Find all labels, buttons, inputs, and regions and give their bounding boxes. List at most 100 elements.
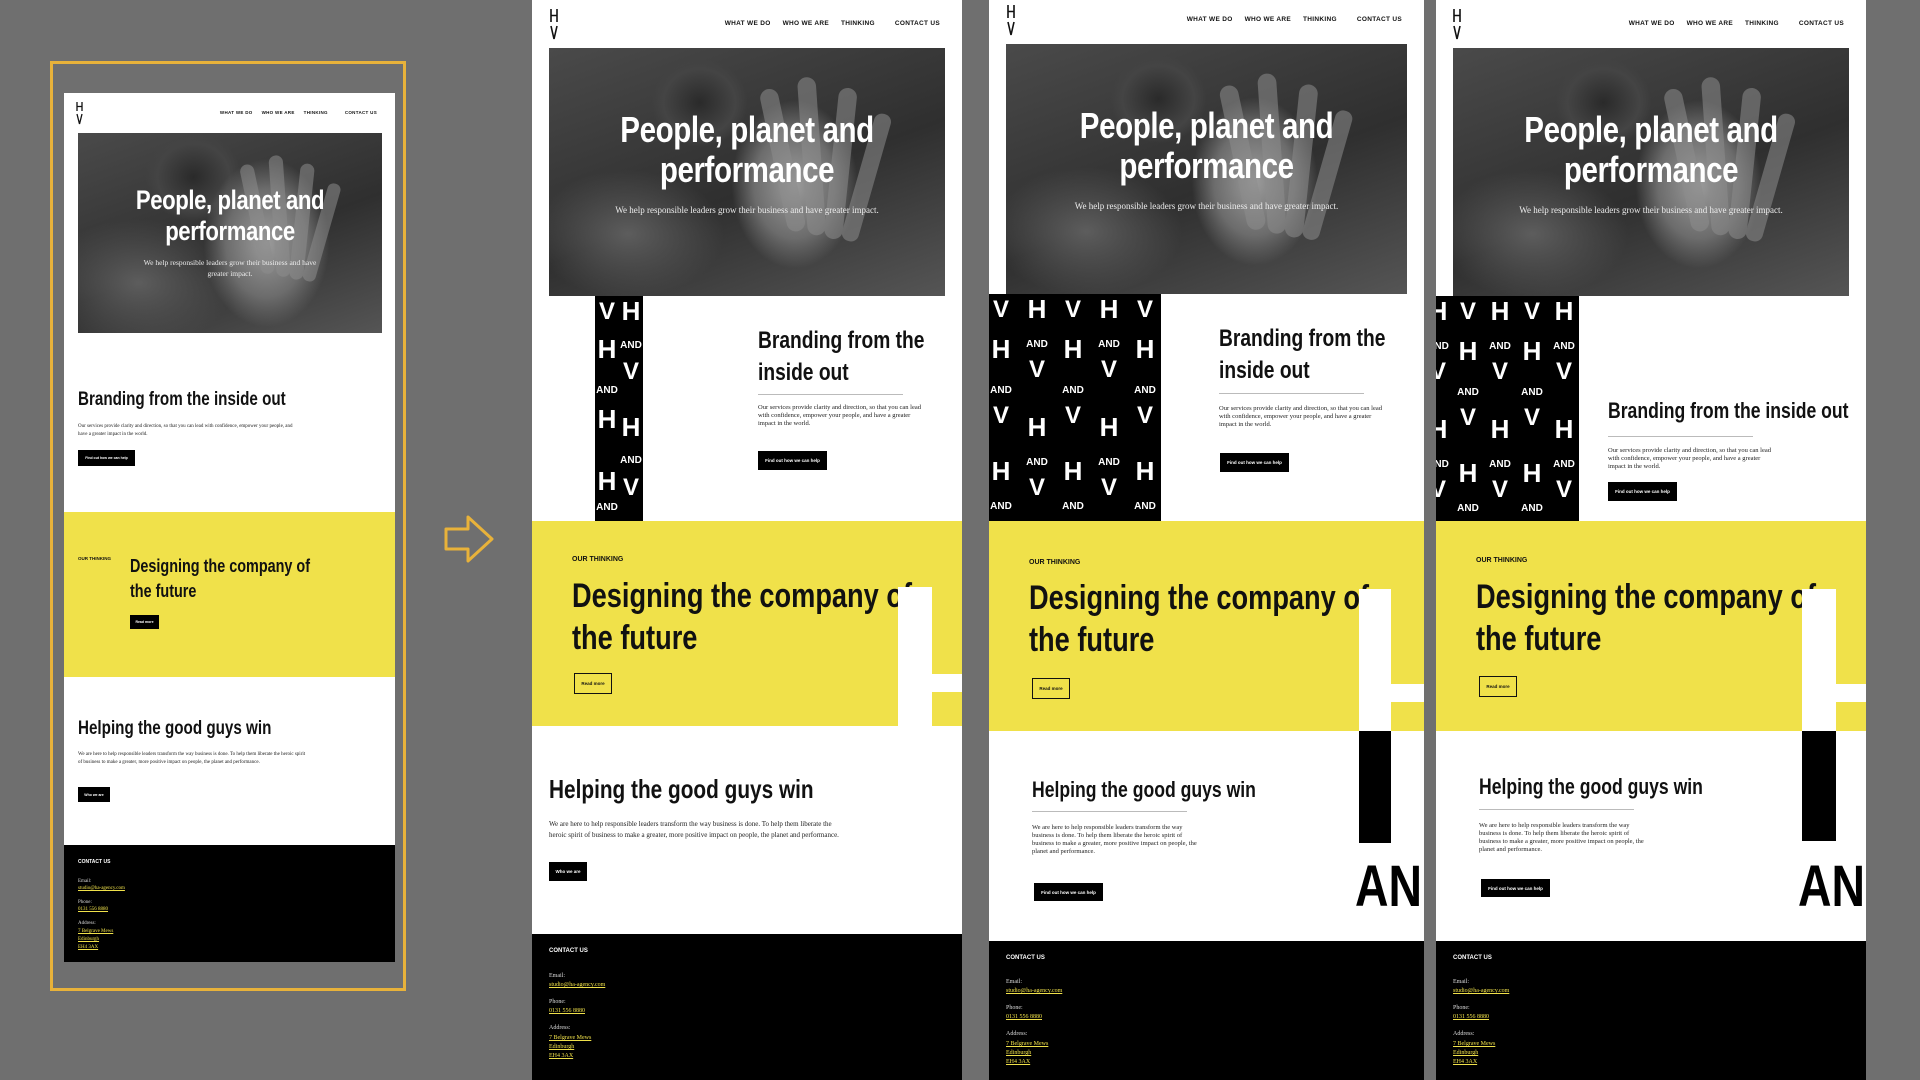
nav-what-we-do[interactable]: WHAT WE DO (220, 110, 253, 115)
branding-cta-button[interactable]: Find out how we can help (1220, 453, 1289, 472)
footer-address-line[interactable]: Edinburgh (78, 937, 99, 942)
footer-address-line[interactable]: Edinburgh (1006, 1050, 1031, 1056)
hero-subtitle: We help responsible leaders grow their b… (615, 205, 879, 215)
footer-email-link[interactable]: studio@ha-agency.com (549, 982, 605, 988)
nav-what-we-do[interactable]: WHAT WE DO (1629, 20, 1675, 27)
ha-pattern-bar (1802, 731, 1836, 841)
footer-heading: CONTACT US (1453, 955, 1492, 961)
ha-logo-icon[interactable] (76, 101, 86, 125)
nav-thinking[interactable]: THINKING (1303, 16, 1337, 23)
nav-thinking[interactable]: THINKING (841, 20, 875, 27)
branding-title: Branding from the inside out (758, 327, 925, 386)
footer-address-line[interactable]: 7 Belgrave Mews (78, 929, 113, 934)
thinking-section: OUR THINKING Designing the company of the… (1436, 521, 1866, 731)
goodguys-cta-button[interactable]: Who we are (549, 862, 587, 881)
hero-subtitle: We help responsible leaders grow their b… (1519, 205, 1783, 215)
footer-address-line[interactable]: Edinburgh (549, 1044, 574, 1050)
footer-address-line[interactable]: 7 Belgrave Mews (1006, 1041, 1048, 1047)
ha-pattern-corner (1359, 589, 1391, 731)
thinking-read-more-button[interactable]: Read more (574, 673, 612, 694)
page-variant-c[interactable]: WHAT WE DO WHO WE ARE THINKING CONTACT U… (1436, 0, 1866, 1080)
hero-title: People, planet and performance (620, 109, 874, 190)
footer-heading: CONTACT US (549, 948, 588, 954)
branding-cta-button[interactable]: Find out how we can help (1608, 482, 1677, 501)
footer-address-line[interactable]: 7 Belgrave Mews (1453, 1041, 1495, 1047)
footer-email-label: Email: (1006, 979, 1022, 985)
nav-contact-us[interactable]: CONTACT US (345, 110, 377, 115)
ha-pattern-corner (1391, 684, 1424, 702)
ha-pattern-and-glyph: AN (1355, 854, 1423, 919)
nav-thinking[interactable]: THINKING (1745, 20, 1779, 27)
ha-logo-icon[interactable] (1007, 4, 1017, 36)
footer-address-line[interactable]: EH4 3AX (549, 1053, 573, 1059)
nav-what-we-do[interactable]: WHAT WE DO (725, 20, 771, 27)
footer-address-line[interactable]: 7 Belgrave Mews (549, 1035, 591, 1041)
footer-phone-label: Phone: (78, 900, 92, 905)
nav-what-we-do[interactable]: WHAT WE DO (1187, 16, 1233, 23)
goodguys-body: We are here to help responsible leaders … (1032, 824, 1197, 855)
ha-pattern-corner (1802, 589, 1836, 731)
footer-phone-link[interactable]: 0131 556 8880 (549, 1008, 585, 1014)
goodguys-cta-button[interactable]: Find out how we can help (1481, 879, 1550, 897)
thinking-eyebrow: OUR THINKING (572, 556, 624, 563)
nav-who-we-are[interactable]: WHO WE ARE (262, 110, 295, 115)
top-nav: WHAT WE DO WHO WE ARE THINKING CONTACT U… (1187, 16, 1402, 23)
footer-address-label: Address: (1453, 1031, 1475, 1037)
footer-address-line[interactable]: EH4 3AX (1006, 1059, 1030, 1065)
page-variant-b[interactable]: WHAT WE DO WHO WE ARE THINKING CONTACT U… (989, 0, 1424, 1080)
footer-email-link[interactable]: studio@ha-agency.com (78, 886, 125, 891)
footer-address-line[interactable]: EH4 3AX (1453, 1059, 1477, 1065)
footer-address-label: Address: (1006, 1031, 1028, 1037)
footer-email-link[interactable]: studio@ha-agency.com (1453, 988, 1509, 994)
goodguys-title: Helping the good guys win (1479, 774, 1703, 799)
branding-body: Our services provide clarity and directi… (758, 404, 921, 427)
footer-phone-link[interactable]: 0131 556 8880 (78, 907, 108, 912)
hero-title: People, planet and performance (135, 185, 325, 246)
footer: CONTACT US Email: studio@ha-agency.com P… (64, 845, 395, 962)
ha-pattern-corner (898, 587, 932, 726)
goodguys-body: We are here to help responsible leaders … (549, 820, 839, 839)
thinking-section: OUR THINKING Designing the company of the… (989, 521, 1424, 731)
thinking-read-more-button[interactable]: Read more (1032, 678, 1070, 699)
footer-address-label: Address: (78, 921, 96, 926)
branding-divider (758, 394, 903, 395)
footer-heading: CONTACT US (1006, 955, 1045, 961)
branding-cta-button[interactable]: Find out how we can help (758, 451, 827, 470)
hero-image: People, planet and performance We help re… (549, 48, 945, 296)
branding-divider (1608, 436, 1753, 437)
ha-pattern-corner (932, 674, 962, 692)
nav-who-we-are[interactable]: WHO WE ARE (783, 20, 829, 27)
goodguys-cta-button[interactable]: Find out how we can help (1034, 883, 1103, 901)
thinking-read-more-button[interactable]: Read more (130, 615, 159, 629)
nav-contact-us[interactable]: CONTACT US (895, 20, 940, 27)
branding-title: Branding from the inside out (78, 389, 286, 410)
top-nav: WHAT WE DO WHO WE ARE THINKING CONTACT U… (220, 110, 377, 115)
page-preview-original[interactable]: WHAT WE DO WHO WE ARE THINKING CONTACT U… (64, 93, 395, 962)
goodguys-cta-button[interactable]: Who we are (78, 787, 110, 802)
footer-address-line[interactable]: EH4 3AX (78, 945, 98, 950)
hero-title: People, planet and performance (1524, 109, 1778, 190)
branding-cta-button[interactable]: Find out how we can help (78, 450, 135, 466)
thinking-eyebrow: OUR THINKING (1029, 559, 1081, 566)
ha-pattern-bar (1359, 731, 1391, 843)
ha-logo-icon[interactable] (1453, 8, 1463, 40)
ha-logo-icon[interactable] (550, 8, 560, 40)
nav-contact-us[interactable]: CONTACT US (1799, 20, 1844, 27)
branding-divider (1219, 393, 1364, 394)
footer-phone-link[interactable]: 0131 556 8880 (1006, 1014, 1042, 1020)
goodguys-title: Helping the good guys win (1032, 777, 1256, 802)
thinking-eyebrow: OUR THINKING (78, 556, 111, 561)
page-variant-a[interactable]: WHAT WE DO WHO WE ARE THINKING CONTACT U… (532, 0, 962, 1080)
top-nav: WHAT WE DO WHO WE ARE THINKING CONTACT U… (725, 20, 940, 27)
hero-subtitle: We help responsible leaders grow their b… (143, 258, 317, 278)
nav-who-we-are[interactable]: WHO WE ARE (1687, 20, 1733, 27)
footer-address-line[interactable]: Edinburgh (1453, 1050, 1478, 1056)
nav-who-we-are[interactable]: WHO WE ARE (1245, 16, 1291, 23)
footer-phone-link[interactable]: 0131 556 8880 (1453, 1014, 1489, 1020)
footer-heading: CONTACT US (78, 859, 111, 865)
nav-contact-us[interactable]: CONTACT US (1357, 16, 1402, 23)
footer-email-link[interactable]: studio@ha-agency.com (1006, 988, 1062, 994)
footer-email-label: Email: (549, 973, 565, 979)
thinking-read-more-button[interactable]: Read more (1479, 676, 1517, 697)
nav-thinking[interactable]: THINKING (304, 110, 328, 115)
